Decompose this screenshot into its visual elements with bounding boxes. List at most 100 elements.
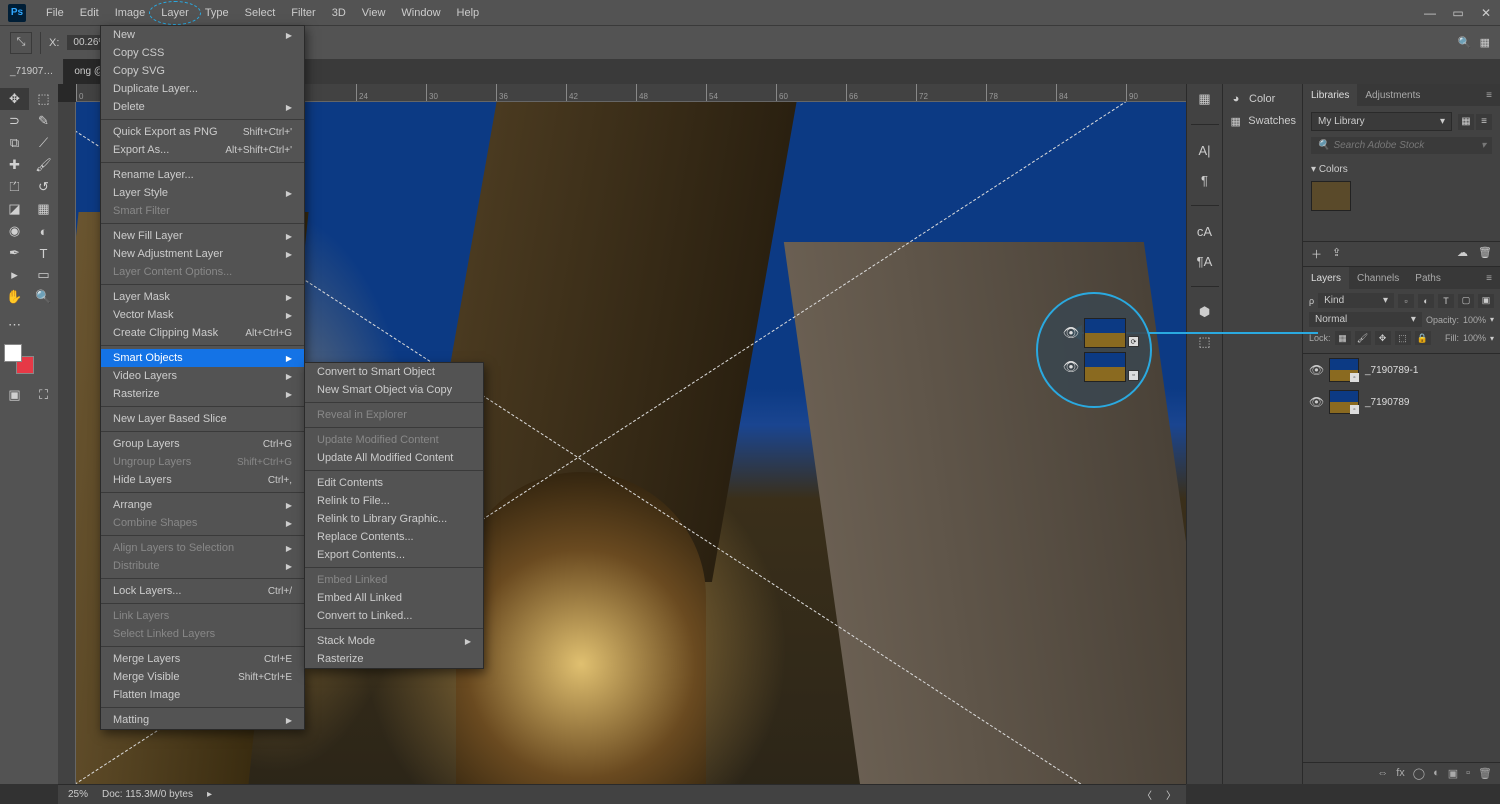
- tab-libraries[interactable]: Libraries: [1303, 84, 1357, 106]
- zoom-level[interactable]: 25%: [68, 789, 88, 800]
- menu-item-export-as-[interactable]: Export As...Alt+Shift+Ctrl+': [101, 141, 304, 159]
- menu-item-convert-to-smart-object[interactable]: Convert to Smart Object: [305, 363, 483, 381]
- foreground-color[interactable]: [4, 344, 22, 362]
- menu-3d[interactable]: 3D: [324, 3, 354, 23]
- eyedropper-tool[interactable]: ⟋: [29, 132, 58, 154]
- lock-all-icon[interactable]: 🔒: [1415, 331, 1431, 345]
- menu-item-update-all-modified-content[interactable]: Update All Modified Content: [305, 449, 483, 467]
- workspace-icon[interactable]: ▦: [1480, 36, 1490, 49]
- menu-item-arrange[interactable]: Arrange▶: [101, 496, 304, 514]
- move-tool[interactable]: ✥: [0, 88, 29, 110]
- new-layer-icon[interactable]: ▫: [1466, 767, 1470, 780]
- menu-layer[interactable]: Layer: [153, 3, 197, 23]
- library-select[interactable]: My Library▾: [1311, 112, 1452, 131]
- hand-tool[interactable]: ✋: [0, 286, 29, 308]
- menu-item-new[interactable]: New▶: [101, 26, 304, 44]
- menu-item-copy-css[interactable]: Copy CSS: [101, 44, 304, 62]
- menu-item-new-layer-based-slice[interactable]: New Layer Based Slice: [101, 410, 304, 428]
- menu-edit[interactable]: Edit: [72, 3, 107, 23]
- menu-item-relink-to-library-graphic-[interactable]: Relink to Library Graphic...: [305, 510, 483, 528]
- filter-smart-icon[interactable]: ▣: [1478, 294, 1494, 308]
- zoom-tool[interactable]: 🔍: [29, 286, 58, 308]
- pen-tool[interactable]: ✒: [0, 242, 29, 264]
- visibility-icon[interactable]: 👁: [1309, 363, 1323, 377]
- quick-select-tool[interactable]: ✎: [29, 110, 58, 132]
- styles-icon[interactable]: ¶A: [1193, 250, 1217, 272]
- menu-window[interactable]: Window: [393, 3, 448, 23]
- menu-item-rasterize[interactable]: Rasterize: [305, 650, 483, 668]
- menu-filter[interactable]: Filter: [283, 3, 323, 23]
- menu-item-copy-svg[interactable]: Copy SVG: [101, 62, 304, 80]
- menu-item-video-layers[interactable]: Video Layers▶: [101, 367, 304, 385]
- edit-toolbar[interactable]: ⋯: [0, 314, 29, 336]
- add-content-icon[interactable]: ＋: [1311, 246, 1322, 262]
- eraser-tool[interactable]: ◪: [0, 198, 29, 220]
- sync-icon[interactable]: ☁: [1457, 246, 1468, 262]
- layer-thumbnail[interactable]: ▫: [1329, 358, 1359, 382]
- tab-adjustments[interactable]: Adjustments: [1357, 84, 1428, 106]
- menu-item-delete[interactable]: Delete▶: [101, 98, 304, 116]
- lock-paint-icon[interactable]: 🖌: [1355, 331, 1371, 345]
- restore-button[interactable]: ▭: [1444, 3, 1472, 23]
- mask-icon[interactable]: ◯: [1413, 767, 1425, 780]
- brush-tool[interactable]: 🖌: [29, 154, 58, 176]
- 3d-icon[interactable]: ⬢: [1193, 301, 1217, 323]
- lock-pos-icon[interactable]: ✥: [1375, 331, 1391, 345]
- menu-item-smart-objects[interactable]: Smart Objects▶: [101, 349, 304, 367]
- menu-item-new-adjustment-layer[interactable]: New Adjustment Layer▶: [101, 245, 304, 263]
- menu-item-merge-layers[interactable]: Merge LayersCtrl+E: [101, 650, 304, 668]
- filter-pixel-icon[interactable]: ▫: [1398, 294, 1414, 308]
- tab-channels[interactable]: Channels: [1349, 267, 1407, 289]
- opacity-value[interactable]: 100%: [1463, 315, 1486, 325]
- blur-tool[interactable]: ◉: [0, 220, 29, 242]
- panel-menu-icon[interactable]: ≡: [1478, 267, 1500, 289]
- menu-item-create-clipping-mask[interactable]: Create Clipping MaskAlt+Ctrl+G: [101, 324, 304, 342]
- menu-item-replace-contents-[interactable]: Replace Contents...: [305, 528, 483, 546]
- tab-layers[interactable]: Layers: [1303, 267, 1349, 289]
- search-icon[interactable]: 🔍: [1458, 36, 1472, 49]
- color-panel-tab[interactable]: ◕Color: [1229, 88, 1296, 110]
- menu-item-stack-mode[interactable]: Stack Mode▶: [305, 632, 483, 650]
- path-select-tool[interactable]: ▸: [0, 264, 29, 286]
- menu-image[interactable]: Image: [107, 3, 154, 23]
- marquee-tool[interactable]: ⬚: [29, 88, 58, 110]
- document-tab[interactable]: _71907…: [0, 59, 64, 84]
- tool-preset-icon[interactable]: ⤡: [10, 32, 32, 54]
- menu-help[interactable]: Help: [449, 3, 488, 23]
- color-swatches[interactable]: [4, 344, 34, 374]
- library-color-chip[interactable]: [1311, 181, 1351, 211]
- gradient-tool[interactable]: ▦: [29, 198, 58, 220]
- doc-info[interactable]: Doc: 115.3M/0 bytes: [102, 789, 193, 800]
- menu-item-flatten-image[interactable]: Flatten Image: [101, 686, 304, 704]
- dodge-tool[interactable]: ◐: [29, 220, 58, 242]
- crop-tool[interactable]: ⧉: [0, 132, 29, 154]
- menu-view[interactable]: View: [354, 3, 394, 23]
- minimize-button[interactable]: —: [1416, 3, 1444, 23]
- visibility-icon[interactable]: 👁: [1309, 395, 1323, 409]
- cube-icon[interactable]: ⬚: [1193, 331, 1217, 353]
- menu-item-vector-mask[interactable]: Vector Mask▶: [101, 306, 304, 324]
- tab-paths[interactable]: Paths: [1407, 267, 1449, 289]
- history-icon[interactable]: ▦: [1193, 88, 1217, 110]
- lock-nest-icon[interactable]: ⬚: [1395, 331, 1411, 345]
- menu-item-layer-mask[interactable]: Layer Mask▶: [101, 288, 304, 306]
- grid-view-icon[interactable]: ▦: [1458, 114, 1474, 130]
- layer-row[interactable]: 👁 ▫ _7190789: [1303, 386, 1500, 418]
- glyphs-icon[interactable]: cA: [1193, 220, 1217, 242]
- fill-value[interactable]: 100%: [1463, 333, 1486, 343]
- layer-name[interactable]: _7190789: [1365, 397, 1410, 408]
- history-brush-tool[interactable]: ↺: [29, 176, 58, 198]
- quick-mask-tool[interactable]: ▣: [0, 384, 29, 406]
- menu-item-quick-export-as-png[interactable]: Quick Export as PNGShift+Ctrl+': [101, 123, 304, 141]
- fx-icon[interactable]: fx: [1396, 767, 1405, 780]
- menu-item-merge-visible[interactable]: Merge VisibleShift+Ctrl+E: [101, 668, 304, 686]
- layer-filter-kind[interactable]: Kind▾: [1318, 293, 1394, 308]
- library-search[interactable]: 🔍 Search Adobe Stock ▾: [1311, 137, 1492, 154]
- group-icon[interactable]: ▣: [1448, 767, 1458, 780]
- menu-item-group-layers[interactable]: Group LayersCtrl+G: [101, 435, 304, 453]
- menu-item-matting[interactable]: Matting▶: [101, 711, 304, 729]
- type-tool[interactable]: T: [29, 242, 58, 264]
- colors-section-header[interactable]: ▾ Colors: [1311, 162, 1492, 177]
- close-button[interactable]: ✕: [1472, 3, 1500, 23]
- adjustment-icon[interactable]: ◐: [1433, 767, 1440, 780]
